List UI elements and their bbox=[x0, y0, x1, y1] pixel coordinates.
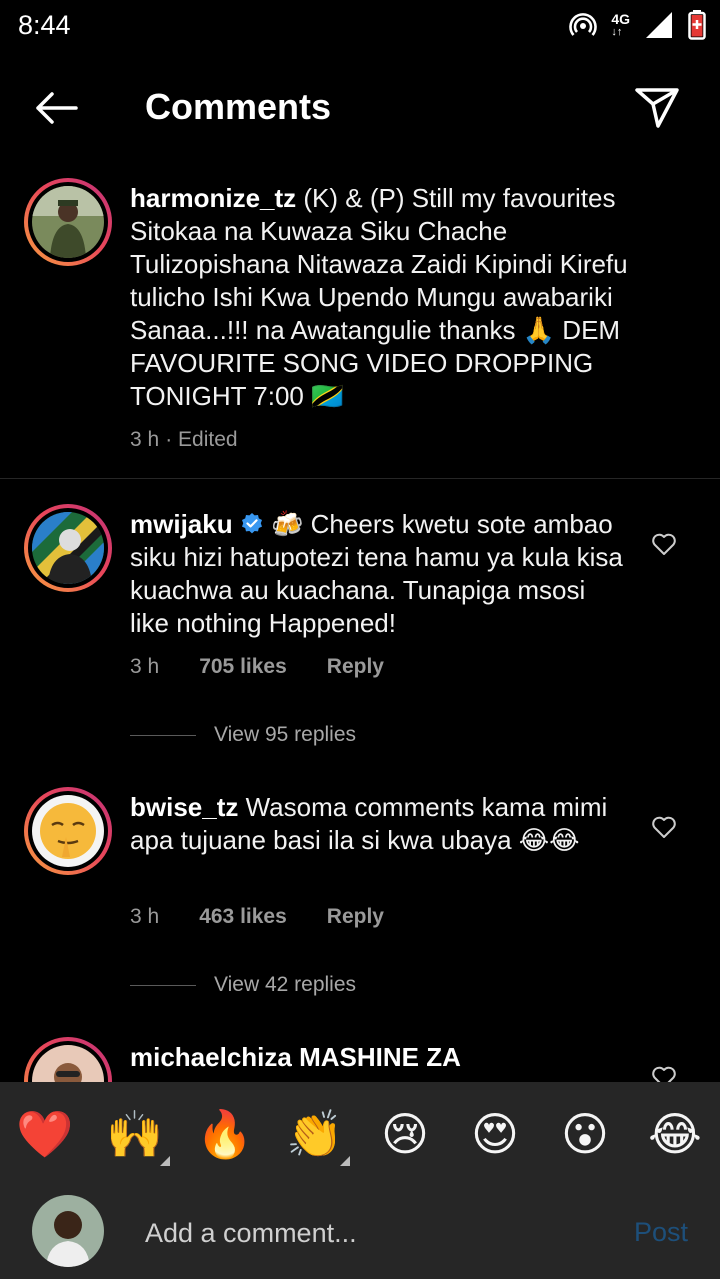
comment-input[interactable] bbox=[145, 1213, 595, 1253]
comment-body: michaelchiza MASHINE ZA bbox=[130, 1041, 630, 1074]
avatar-ring[interactable] bbox=[24, 504, 112, 592]
reaction-surprised[interactable]: 😮 bbox=[555, 1104, 615, 1164]
comment-username[interactable]: michaelchiza bbox=[130, 1042, 292, 1072]
comment-body: bwise_tz Wasoma comments kama mimi apa t… bbox=[130, 791, 630, 857]
reaction-heart-eyes[interactable]: 😍 bbox=[465, 1104, 525, 1164]
reaction-raised-hands[interactable]: 🙌 bbox=[105, 1104, 165, 1164]
comment-username[interactable]: harmonize_tz bbox=[130, 183, 296, 213]
likes-count[interactable]: 705 likes bbox=[199, 655, 287, 679]
comment-composer-panel: ❤️ 🙌 🔥 👏 😢 😍 😮 😂 Post bbox=[0, 1082, 720, 1279]
reaction-heart[interactable]: ❤️ bbox=[15, 1104, 75, 1164]
status-icons: 4G ↓↑ bbox=[569, 8, 706, 42]
share-button[interactable] bbox=[632, 84, 682, 132]
reaction-fire[interactable]: 🔥 bbox=[195, 1104, 255, 1164]
likes-count[interactable]: 463 likes bbox=[199, 905, 287, 929]
paper-plane-icon bbox=[635, 88, 679, 128]
avatar-ring[interactable] bbox=[24, 178, 112, 266]
verified-badge-icon bbox=[241, 513, 262, 534]
comment-meta: 3 h · Edited bbox=[130, 428, 238, 452]
my-avatar bbox=[32, 1195, 104, 1267]
comment-time: 3 h bbox=[130, 655, 160, 678]
view-replies-label: View 95 replies bbox=[214, 723, 357, 746]
back-button[interactable] bbox=[30, 86, 82, 130]
like-button[interactable] bbox=[650, 813, 678, 841]
reply-button[interactable]: Reply bbox=[327, 655, 384, 679]
divider bbox=[0, 478, 720, 479]
reaction-crying[interactable]: 😢 bbox=[375, 1104, 435, 1164]
status-time: 8:44 bbox=[18, 10, 71, 40]
comment-meta: 3 h 705 likes Reply bbox=[130, 655, 384, 679]
hotspot-icon bbox=[569, 13, 598, 36]
like-button[interactable] bbox=[650, 530, 678, 558]
comment-text: MASHINE ZA bbox=[299, 1042, 461, 1072]
heart-outline-icon bbox=[652, 816, 676, 838]
view-replies-button[interactable]: View 95 replies bbox=[130, 723, 356, 747]
view-replies-button[interactable]: View 42 replies bbox=[130, 973, 356, 997]
page-title: Comments bbox=[145, 86, 332, 127]
comment-username[interactable]: mwijaku bbox=[130, 509, 233, 539]
comment-meta: 3 h 463 likes Reply bbox=[130, 905, 384, 929]
quick-reactions-bar: ❤️ 🙌 🔥 👏 😢 😍 😮 😂 bbox=[0, 1092, 720, 1172]
skin-tone-caret-icon[interactable] bbox=[340, 1156, 350, 1166]
comment-time: 3 h bbox=[130, 428, 160, 451]
avatar bbox=[32, 795, 104, 867]
network-indicator: 4G ↓↑ bbox=[611, 12, 630, 38]
avatar bbox=[32, 186, 104, 258]
reaction-clapping[interactable]: 👏 bbox=[285, 1104, 345, 1164]
status-bar: 8:44 4G ↓↑ bbox=[0, 0, 720, 50]
data-arrows-icon: ↓↑ bbox=[611, 26, 623, 38]
avatar-ring[interactable] bbox=[24, 787, 112, 875]
comments-header: Comments bbox=[0, 72, 720, 142]
comment-body: mwijaku 🍻 Cheers kwetu sote ambao siku h… bbox=[130, 508, 630, 640]
avatar bbox=[32, 512, 104, 584]
signal-icon bbox=[646, 12, 672, 38]
reply-button[interactable]: Reply bbox=[327, 905, 384, 929]
skin-tone-caret-icon[interactable] bbox=[160, 1156, 170, 1166]
edited-label: · Edited bbox=[165, 428, 238, 451]
comment-username[interactable]: bwise_tz bbox=[130, 792, 238, 822]
reaction-laughing[interactable]: 😂 bbox=[645, 1104, 705, 1164]
battery-icon bbox=[688, 10, 706, 40]
comment-body: harmonize_tz (K) & (P) Still my favourit… bbox=[130, 182, 670, 413]
replies-divider-line bbox=[130, 734, 196, 736]
replies-divider-line bbox=[130, 984, 196, 986]
view-replies-label: View 42 replies bbox=[214, 973, 357, 996]
comment-time: 3 h bbox=[130, 905, 160, 928]
arrow-left-icon bbox=[36, 92, 78, 124]
comment-text: (K) & (P) Still my favourites Sitokaa na… bbox=[130, 183, 628, 411]
post-button[interactable]: Post bbox=[634, 1217, 688, 1248]
network-type: 4G bbox=[611, 11, 630, 27]
comment-input-bar: Post bbox=[0, 1185, 720, 1279]
heart-outline-icon bbox=[652, 533, 676, 555]
